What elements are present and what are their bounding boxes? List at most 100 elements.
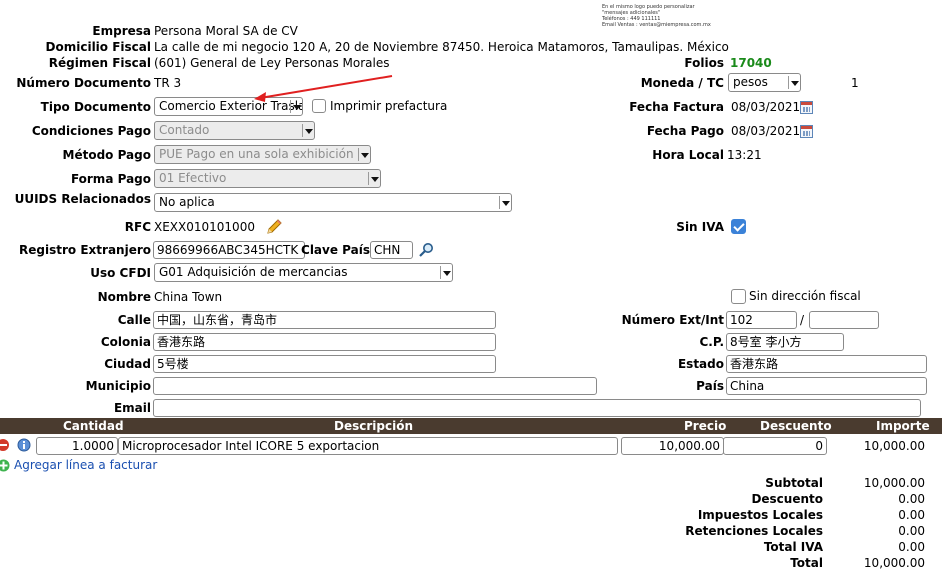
table-row: 1.0000 Microprocesador Intel ICORE 5 exp… bbox=[0, 436, 942, 456]
chevron-down-icon bbox=[302, 124, 313, 137]
registro-extranjero-label: Registro Extranjero bbox=[19, 243, 151, 257]
logo-line: Email Ventas : ventas@miempresa.com.mx bbox=[602, 22, 711, 28]
header-precio: Precio bbox=[684, 419, 727, 433]
subtotal-value: 10,000.00 bbox=[863, 476, 925, 490]
municipio-input[interactable] bbox=[153, 377, 597, 395]
fecha-pago-label: Fecha Pago bbox=[646, 124, 724, 138]
condiciones-pago-select[interactable]: Contado bbox=[154, 121, 315, 140]
calle-label: Calle bbox=[117, 313, 151, 327]
forma-pago-selected: 01 Efectivo bbox=[159, 171, 227, 185]
regimen-label: Régimen Fiscal bbox=[48, 56, 151, 70]
total-iva-label: Total IVA bbox=[763, 540, 823, 554]
nombre-value: China Town bbox=[154, 290, 223, 304]
ciudad-input[interactable]: 5号楼 bbox=[153, 355, 496, 373]
cp-label: C.P. bbox=[699, 335, 724, 349]
estado-input[interactable]: 香港东路 bbox=[726, 355, 927, 373]
add-icon[interactable] bbox=[0, 459, 10, 472]
hora-local-label: Hora Local bbox=[652, 148, 724, 162]
tipo-documento-label: Tipo Documento bbox=[40, 100, 151, 114]
impuestos-locales-value: 0.00 bbox=[898, 508, 925, 522]
remove-icon[interactable] bbox=[0, 438, 10, 452]
metodo-pago-label: Método Pago bbox=[62, 148, 151, 162]
uso-cfdi-selected: G01 Adquisición de mercancias bbox=[159, 265, 348, 279]
search-icon[interactable] bbox=[418, 242, 434, 258]
descuento-total-value: 0.00 bbox=[898, 492, 925, 506]
numero-separator: / bbox=[800, 313, 805, 327]
calendar-icon[interactable] bbox=[800, 101, 813, 114]
rfc-label: RFC bbox=[124, 220, 151, 234]
clave-pais-label: Clave País bbox=[301, 243, 370, 257]
retenciones-locales-value: 0.00 bbox=[898, 524, 925, 538]
sin-iva-label: Sin IVA bbox=[676, 220, 724, 234]
chevron-down-icon bbox=[368, 172, 379, 185]
total-value: 10,000.00 bbox=[863, 556, 925, 570]
cantidad-input[interactable]: 1.0000 bbox=[36, 437, 118, 455]
colonia-input[interactable]: 香港东路 bbox=[153, 333, 496, 351]
descuento-total-label: Descuento bbox=[751, 492, 823, 506]
domicilio-value: La calle de mi negocio 120 A, 20 de Novi… bbox=[154, 40, 729, 54]
header-descuento: Descuento bbox=[760, 419, 832, 433]
table-header: Cantidad Descripción Precio Descuento Im… bbox=[0, 418, 942, 434]
metodo-pago-select[interactable]: PUE Pago en una sola exhibición bbox=[154, 145, 371, 164]
uso-cfdi-label: Uso CFDI bbox=[90, 266, 151, 280]
ciudad-label: Ciudad bbox=[104, 357, 151, 371]
numero-ext-int-label: Número Ext/Int bbox=[621, 313, 724, 327]
calendar-icon[interactable] bbox=[800, 125, 813, 138]
metodo-pago-selected: PUE Pago en una sola exhibición bbox=[159, 147, 354, 161]
annotation-arrow bbox=[254, 75, 393, 102]
fecha-pago-value: 08/03/2021 bbox=[731, 124, 801, 138]
numero-documento-label: Número Documento bbox=[16, 76, 151, 90]
total-iva-value: 0.00 bbox=[898, 540, 925, 554]
numero-int-input[interactable] bbox=[809, 311, 879, 329]
sin-iva-checkbox[interactable] bbox=[731, 219, 746, 234]
email-input[interactable] bbox=[153, 399, 921, 417]
email-label: Email bbox=[113, 401, 151, 415]
numero-ext-input[interactable]: 102 bbox=[726, 311, 797, 329]
uuids-label: UUIDS Relacionados bbox=[14, 192, 151, 206]
info-icon[interactable] bbox=[17, 438, 31, 452]
forma-pago-label: Forma Pago bbox=[70, 172, 151, 186]
registro-extranjero-input[interactable]: 98669966ABC345HCTK bbox=[153, 241, 305, 259]
descuento-input[interactable]: 0 bbox=[723, 437, 827, 455]
rfc-value: XEXX010101000 bbox=[154, 220, 255, 234]
municipio-label: Municipio bbox=[85, 379, 151, 393]
moneda-selected: pesos bbox=[733, 75, 768, 89]
estado-label: Estado bbox=[677, 357, 724, 371]
moneda-label: Moneda / TC bbox=[640, 76, 724, 90]
header-cantidad: Cantidad bbox=[63, 419, 124, 433]
empresa-value: Persona Moral SA de CV bbox=[154, 24, 298, 38]
fecha-factura-value: 08/03/2021 bbox=[731, 100, 801, 114]
chevron-down-icon bbox=[499, 196, 510, 209]
fecha-factura-label: Fecha Factura bbox=[629, 100, 724, 114]
sin-direccion-checkbox[interactable] bbox=[731, 289, 746, 304]
moneda-select[interactable]: pesos bbox=[728, 73, 801, 92]
hora-local-value: 13:21 bbox=[727, 148, 762, 162]
header-importe: Importe bbox=[876, 419, 930, 433]
folios-label: Folios bbox=[684, 56, 724, 70]
colonia-label: Colonia bbox=[100, 335, 151, 349]
total-label: Total bbox=[790, 556, 823, 570]
clave-pais-input[interactable]: CHN bbox=[370, 241, 413, 259]
pais-input[interactable]: China bbox=[726, 377, 927, 395]
cp-input[interactable]: 8号室 李小方 bbox=[726, 333, 844, 351]
uso-cfdi-select[interactable]: G01 Adquisición de mercancias bbox=[154, 263, 453, 282]
add-line-link[interactable]: Agregar línea a facturar bbox=[14, 458, 157, 472]
uuids-selected: No aplica bbox=[159, 195, 215, 209]
empresa-label: Empresa bbox=[92, 24, 151, 38]
descripcion-input[interactable]: Microprocesador Intel ICORE 5 exportacio… bbox=[118, 437, 618, 455]
retenciones-locales-label: Retenciones Locales bbox=[685, 524, 823, 538]
regimen-value: (601) General de Ley Personas Morales bbox=[154, 56, 390, 70]
chevron-down-icon bbox=[358, 148, 369, 161]
logo-text: En el mismo logo puedo personalizar "men… bbox=[602, 4, 711, 28]
tipo-cambio-value: 1 bbox=[851, 76, 859, 90]
condiciones-pago-selected: Contado bbox=[159, 123, 210, 137]
precio-input[interactable]: 10,000.00 bbox=[621, 437, 724, 455]
forma-pago-select[interactable]: 01 Efectivo bbox=[154, 169, 381, 188]
header-descripcion: Descripción bbox=[334, 419, 413, 433]
pencil-icon[interactable] bbox=[265, 218, 283, 236]
uuids-select[interactable]: No aplica bbox=[154, 193, 512, 212]
importe-value: 10,000.00 bbox=[863, 439, 925, 453]
pais-label: País bbox=[696, 379, 724, 393]
calle-input[interactable]: 中国，山东省，青岛市 bbox=[153, 311, 496, 329]
condiciones-pago-label: Condiciones Pago bbox=[31, 124, 151, 138]
